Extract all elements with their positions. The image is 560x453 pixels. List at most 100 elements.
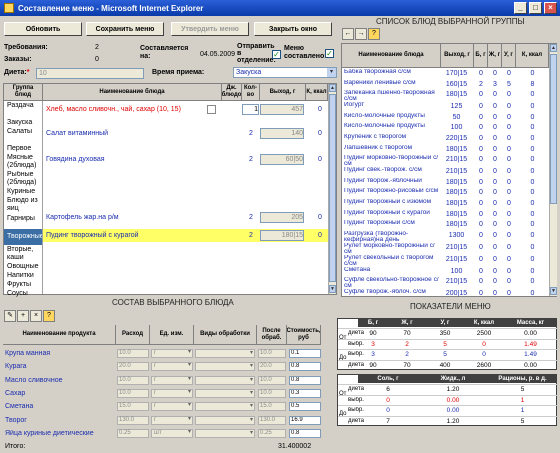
dish-list-row[interactable]: Пудинг творож.-яблочный 180|15 0 0 0 0	[342, 178, 549, 187]
dish-list-row[interactable]: Запеканка пшенно-творожная с/см 180|15 0 0 0…	[342, 90, 549, 102]
after-input[interactable]: 0.25	[258, 428, 286, 438]
scroll-down-icon[interactable]: ▼	[329, 285, 336, 293]
dish-list-row[interactable]: Рулет свекольный с творогом с/см 210|15 0 0…	[342, 255, 549, 267]
cost-input[interactable]: 0.1	[289, 349, 321, 358]
menu-dish-row[interactable]: Картофель жар.на р/м 2 205 0	[43, 212, 328, 224]
approve-menu-button[interactable]: Утвердить меню	[171, 22, 249, 36]
group-item[interactable]: Вторые, каши	[4, 246, 42, 262]
processing-select[interactable]	[195, 415, 255, 425]
dish-list-row[interactable]: Пудинг творожный с/см 180|15 0 0 0 0	[342, 220, 549, 229]
group-item[interactable]: Фрукты	[4, 281, 42, 289]
dish-list-row[interactable]: Пудинг творожный с изюмом 180|15 0 0 0 0	[342, 199, 549, 208]
help-icon[interactable]: ?	[43, 310, 55, 322]
composition-row[interactable]: Сметана15.0г15.00.5	[3, 402, 323, 413]
processing-select[interactable]	[195, 428, 255, 438]
dish-list-row[interactable]: Пудинг творожно-рисовый с/см 180|15 0 0 0 0	[342, 188, 549, 197]
scroll-up-icon[interactable]: ▲	[550, 44, 557, 52]
group-item[interactable]: Первое	[4, 145, 42, 153]
send-checkbox[interactable]: ✓	[272, 50, 281, 59]
cost-input[interactable]: 0.8	[289, 428, 321, 438]
scroll-thumb[interactable]	[550, 54, 557, 204]
amount-input[interactable]: 10.0	[117, 375, 149, 385]
amount-input[interactable]: 20.0	[117, 362, 149, 372]
group-item[interactable]: Салаты	[4, 128, 42, 136]
output-input[interactable]: 457	[260, 104, 304, 115]
dish-list-row[interactable]: Кисло-молочные продукты 50 0 0 0 0	[342, 113, 549, 122]
save-menu-button[interactable]: Сохранить меню	[86, 22, 164, 36]
composition-row[interactable]: Крупа манная10.0г10.00.1	[3, 349, 323, 360]
unit-select[interactable]: г	[151, 362, 193, 372]
unit-select[interactable]: шт	[151, 428, 193, 438]
close-menu-button[interactable]: Закрыть окно	[254, 22, 332, 36]
arrow-left-icon[interactable]: ←	[342, 28, 354, 40]
meal-select[interactable]: Закуска ▾	[233, 67, 337, 78]
after-input[interactable]: 15.0	[258, 402, 286, 412]
scroll-up-icon[interactable]: ▲	[329, 84, 336, 92]
processing-select[interactable]	[195, 362, 255, 372]
cost-input[interactable]: 0.8	[289, 362, 321, 372]
after-input[interactable]: 10.0	[258, 375, 286, 385]
dish-list-row[interactable]: Вареники ленивые с/см 160|15 2 3 5 8	[342, 80, 549, 89]
diet-select[interactable]: 10	[36, 68, 144, 79]
composition-row[interactable]: Яйца куриные диетические0.25шт0.250.8	[3, 428, 323, 440]
composition-row[interactable]: Курага20.0г20.00.8	[3, 362, 323, 373]
processing-select[interactable]	[195, 349, 255, 358]
dish-list-row[interactable]: Кисло-молочные продукты 100 0 0 0 0	[342, 123, 549, 132]
edit-icon[interactable]: ✎	[4, 310, 16, 322]
menu-dish-row[interactable]: Говядина духовая 2 60|50 0	[43, 154, 328, 166]
output-input[interactable]: 140	[260, 128, 304, 139]
scroll-thumb[interactable]	[329, 94, 336, 282]
processing-select[interactable]	[195, 388, 255, 398]
composition-row[interactable]: Масло сливочное10.0г10.00.8	[3, 375, 323, 387]
scroll-down-icon[interactable]: ▼	[550, 287, 557, 295]
processing-select[interactable]	[195, 375, 255, 385]
dish-list-row[interactable]: Пудинг морковно-творожный с/см 210|15 0 0 0 0	[342, 155, 549, 167]
help-icon[interactable]: ?	[368, 28, 380, 40]
refresh-button[interactable]: Обновить	[4, 22, 82, 36]
after-input[interactable]: 10.0	[258, 349, 286, 358]
amount-input[interactable]: 10.0	[117, 349, 149, 358]
diet-dish-checkbox[interactable]	[207, 105, 216, 114]
group-item[interactable]: Куриные	[4, 188, 42, 196]
dish-list-row[interactable]: Лапшевник с творогом 180|15 0 0 0 0	[342, 145, 549, 154]
dish-list-row[interactable]: Пудинг творожный с курагой 180|15 0 0 0 0	[342, 210, 549, 219]
menu-dish-row-selected[interactable]: Пудинг творожный с курагой 2 180|15 0	[43, 229, 328, 242]
group-item[interactable]: Раздача	[4, 102, 42, 110]
dish-list-row[interactable]: Крупеник с творогом 220|15 0 0 0 0	[342, 134, 549, 143]
unit-select[interactable]: г	[151, 375, 193, 385]
dish-list-row[interactable]: Сметана 100 0 0 0 0	[342, 267, 549, 276]
unit-select[interactable]: г	[151, 388, 193, 398]
delete-icon[interactable]: ×	[30, 310, 42, 322]
after-input[interactable]: 10.0	[258, 388, 286, 398]
unit-select[interactable]: г	[151, 402, 193, 412]
close-window-button[interactable]: ×	[544, 2, 557, 14]
dish-list-row[interactable]: Бабка творожная с/см 170|15 0 0 0 0	[342, 69, 549, 78]
menu-dish-row[interactable]: Салат витаминный 2 140 0	[43, 128, 328, 140]
amount-input[interactable]: 130.0	[117, 415, 149, 425]
group-item[interactable]: Соусы	[4, 290, 42, 298]
dish-list-row[interactable]: Йогурт 125 0 0 0 0	[342, 102, 549, 111]
cost-input[interactable]: 16.9	[289, 415, 321, 425]
group-item[interactable]: Рыбные (2блюда)	[4, 171, 42, 187]
cost-input[interactable]: 0.8	[289, 375, 321, 385]
output-input[interactable]: 180|15	[260, 230, 304, 241]
unit-select[interactable]: г	[151, 415, 193, 425]
output-input[interactable]: 60|50	[260, 154, 304, 165]
arrow-right-icon[interactable]: →	[355, 28, 367, 40]
dish-list-scrollbar[interactable]: ▲ ▼	[549, 44, 557, 296]
add-icon[interactable]: +	[17, 310, 29, 322]
amount-input[interactable]: 10.0	[117, 388, 149, 398]
qty-input[interactable]: 1	[242, 104, 259, 115]
group-item[interactable]: Блюдо из яиц	[4, 197, 42, 213]
group-item[interactable]: Мясные (2блюда)	[4, 154, 42, 170]
output-input[interactable]: 205	[260, 212, 304, 223]
group-item[interactable]: Гарниры	[4, 215, 42, 223]
processing-select[interactable]	[195, 402, 255, 412]
dish-list-row[interactable]: Суфле свекольно-творожное с/см 210|15 0 0 0 0	[342, 277, 549, 289]
group-item[interactable]: Напитки	[4, 272, 42, 280]
dish-list-row[interactable]: Пудинг свек.-творож. с/см 210|15 0 0 0 0	[342, 167, 549, 176]
cost-input[interactable]: 0.5	[289, 402, 321, 412]
group-item[interactable]: Овощные	[4, 263, 42, 271]
dish-list-row[interactable]: Рулет морковно-творожный с/см 210|15 0 0 0 0	[342, 243, 549, 255]
after-input[interactable]: 20.0	[258, 362, 286, 372]
